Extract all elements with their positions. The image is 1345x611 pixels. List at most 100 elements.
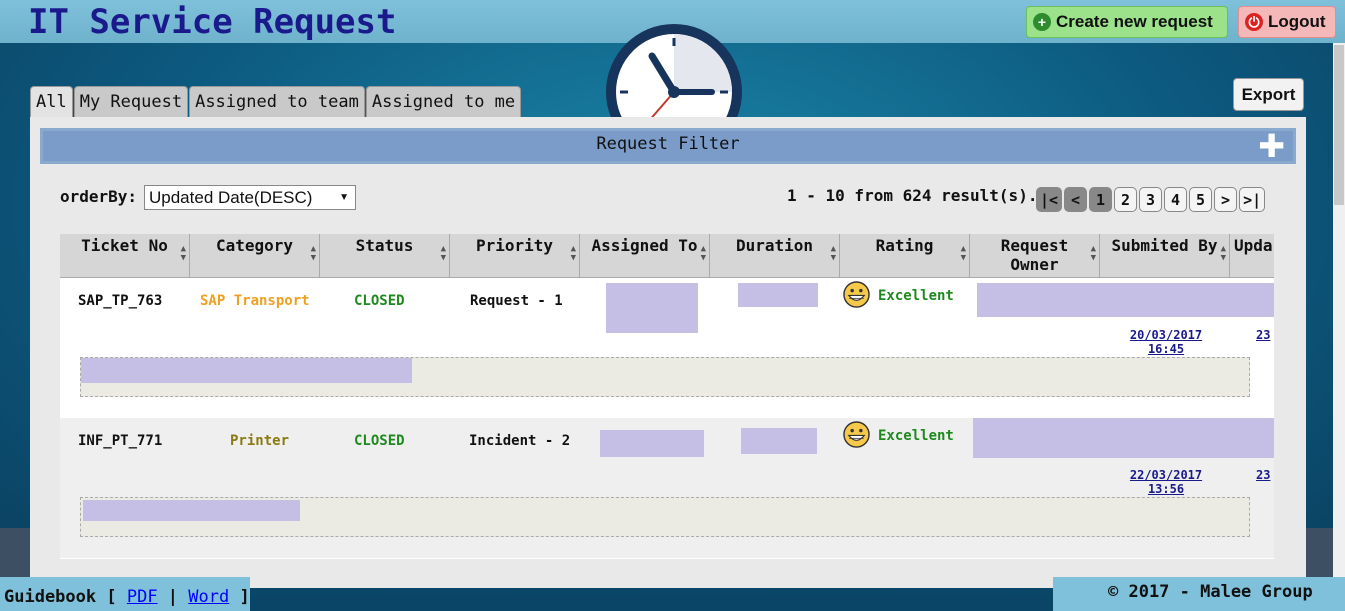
page-4-button[interactable]: 4 <box>1164 187 1188 212</box>
tab-bar: All My Request Assigned to team Assigned… <box>30 86 522 117</box>
grin-emoji-icon <box>843 281 870 308</box>
col-ticket-no[interactable]: Ticket No ▲ ▼ <box>60 234 190 278</box>
col-label: Duration <box>735 236 814 255</box>
page-5-button[interactable]: 5 <box>1189 187 1213 212</box>
request-filter-bar[interactable]: Request Filter ✚ <box>40 128 1296 164</box>
col-status[interactable]: Status ▲ ▼ <box>320 234 450 278</box>
sort-icon: ▲ ▼ <box>570 244 576 263</box>
rating: Excellent <box>878 288 954 304</box>
ticket-no[interactable]: INF_PT_771 <box>78 433 162 449</box>
col-submited-by[interactable]: Submited By ▲ ▼ <box>1100 234 1230 278</box>
col-label: Status <box>355 236 414 255</box>
orderby-label: orderBy: <box>60 187 138 206</box>
col-label: Rating <box>875 236 934 255</box>
plus-circle-icon: + <box>1033 13 1051 31</box>
redacted-detail <box>81 358 412 383</box>
tab-assigned-to-team[interactable]: Assigned to team <box>189 86 365 117</box>
table-row[interactable]: SAP_TP_763 SAP Transport CLOSED Request … <box>60 278 1274 418</box>
rating: Excellent <box>878 428 954 444</box>
pdf-link[interactable]: PDF <box>127 587 158 607</box>
request-detail-box <box>80 357 1250 397</box>
col-priority[interactable]: Priority ▲ ▼ <box>450 234 580 278</box>
power-icon: ⏻ <box>1245 13 1263 31</box>
col-category[interactable]: Category ▲ ▼ <box>190 234 320 278</box>
col-label: Priority <box>475 236 554 255</box>
redacted-duration <box>741 428 817 454</box>
sort-icon: ▲ ▼ <box>700 244 706 263</box>
sort-icon: ▲ ▼ <box>830 244 836 263</box>
sort-icon: ▲ ▼ <box>1220 244 1226 263</box>
table-header: Ticket No ▲ ▼ Category ▲ ▼ Status ▲ ▼ Priority… <box>60 234 1274 278</box>
redacted-assigned-to <box>600 430 704 457</box>
orderby-select[interactable]: Updated Date(DESC) ▼ <box>144 185 356 210</box>
col-label: Assigned To <box>591 236 698 255</box>
redacted-request-owner <box>977 283 1274 317</box>
sort-icon: ▲ ▼ <box>960 244 966 263</box>
page-scrollbar[interactable] <box>1333 43 1345 588</box>
grin-emoji-icon <box>843 421 870 448</box>
time-text: 13:56 <box>1147 482 1185 496</box>
pagination: |< < 1 2 3 4 5 > >| <box>1036 187 1266 212</box>
col-updated[interactable]: Upda <box>1230 234 1274 278</box>
redacted-request-owner <box>973 418 1274 458</box>
word-link[interactable]: Word <box>188 587 229 607</box>
col-label: Upda <box>1234 236 1273 255</box>
create-request-button[interactable]: + Create new request <box>1026 6 1228 38</box>
page-last-button[interactable]: >| <box>1239 187 1266 212</box>
expand-plus-icon[interactable]: ✚ <box>1258 130 1285 162</box>
submitted-date-link[interactable]: 20/03/2017 16:45 <box>1126 328 1206 356</box>
scrollbar-thumb[interactable] <box>1334 45 1344 205</box>
priority: Incident - 2 <box>469 433 571 449</box>
priority: Request - 1 <box>470 293 563 309</box>
col-label: Submited By <box>1111 236 1218 255</box>
col-label: Request Owner <box>1000 236 1069 274</box>
date-text: 20/03/2017 <box>1129 328 1203 342</box>
redacted-assigned-to <box>606 283 698 333</box>
category: Printer <box>230 433 290 449</box>
create-request-label: Create new request <box>1056 12 1213 31</box>
request-table: Ticket No ▲ ▼ Category ▲ ▼ Status ▲ ▼ Priority… <box>60 234 1274 559</box>
page-3-button[interactable]: 3 <box>1139 187 1163 212</box>
col-duration[interactable]: Duration ▲ ▼ <box>710 234 840 278</box>
sort-icon: ▲ ▼ <box>310 244 316 263</box>
tab-my-request[interactable]: My Request <box>73 86 189 117</box>
logout-label: Logout <box>1268 12 1326 31</box>
col-label: Ticket No <box>81 236 168 255</box>
request-filter-label: Request Filter <box>596 134 740 154</box>
redacted-detail <box>83 500 300 521</box>
col-label: Category <box>215 236 294 255</box>
logout-button[interactable]: ⏻ Logout <box>1238 6 1336 38</box>
tab-all[interactable]: All <box>30 86 73 117</box>
sort-icon: ▲ ▼ <box>1090 244 1096 263</box>
redacted-duration <box>738 283 818 307</box>
col-request-owner[interactable]: Request Owner ▲ ▼ <box>970 234 1100 278</box>
ticket-no[interactable]: SAP_TP_763 <box>78 293 162 309</box>
main-panel: Request Filter ✚ orderBy: Updated Date(D… <box>30 117 1306 588</box>
sort-icon: ▲ ▼ <box>180 244 186 263</box>
footer: Guidebook [ PDF | Word ] © 2017 - Malee … <box>0 577 1345 611</box>
tab-assigned-to-me[interactable]: Assigned to me <box>365 86 522 117</box>
page-1-button[interactable]: 1 <box>1089 187 1113 212</box>
results-count: 1 - 10 from 624 result(s). <box>787 186 1038 205</box>
table-row[interactable]: INF_PT_771 Printer CLOSED Incident - 2 E… <box>60 418 1274 558</box>
updated-date-link[interactable]: 23 <box>1256 468 1274 482</box>
date-text: 22/03/2017 <box>1129 468 1203 482</box>
status: CLOSED <box>354 293 405 309</box>
page-next-button[interactable]: > <box>1214 187 1238 212</box>
time-text: 16:45 <box>1147 342 1185 356</box>
page-first-button[interactable]: |< <box>1036 187 1063 212</box>
page-prev-button[interactable]: < <box>1064 187 1088 212</box>
dropdown-arrow-icon: ▼ <box>339 192 349 203</box>
export-button[interactable]: Export <box>1233 78 1304 111</box>
page-2-button[interactable]: 2 <box>1114 187 1138 212</box>
copyright: © 2017 - Malee Group <box>1108 582 1313 602</box>
col-assigned-to[interactable]: Assigned To ▲ ▼ <box>580 234 710 278</box>
submitted-date-link[interactable]: 22/03/2017 13:56 <box>1126 468 1206 496</box>
status: CLOSED <box>354 433 405 449</box>
col-rating[interactable]: Rating ▲ ▼ <box>840 234 970 278</box>
sort-icon: ▲ ▼ <box>440 244 446 263</box>
updated-date-link[interactable]: 23 <box>1256 328 1274 342</box>
page-title: IT Service Request <box>28 2 397 42</box>
orderby-value: Updated Date(DESC) <box>149 187 313 207</box>
guidebook-links: Guidebook [ PDF | Word ] <box>4 587 250 607</box>
